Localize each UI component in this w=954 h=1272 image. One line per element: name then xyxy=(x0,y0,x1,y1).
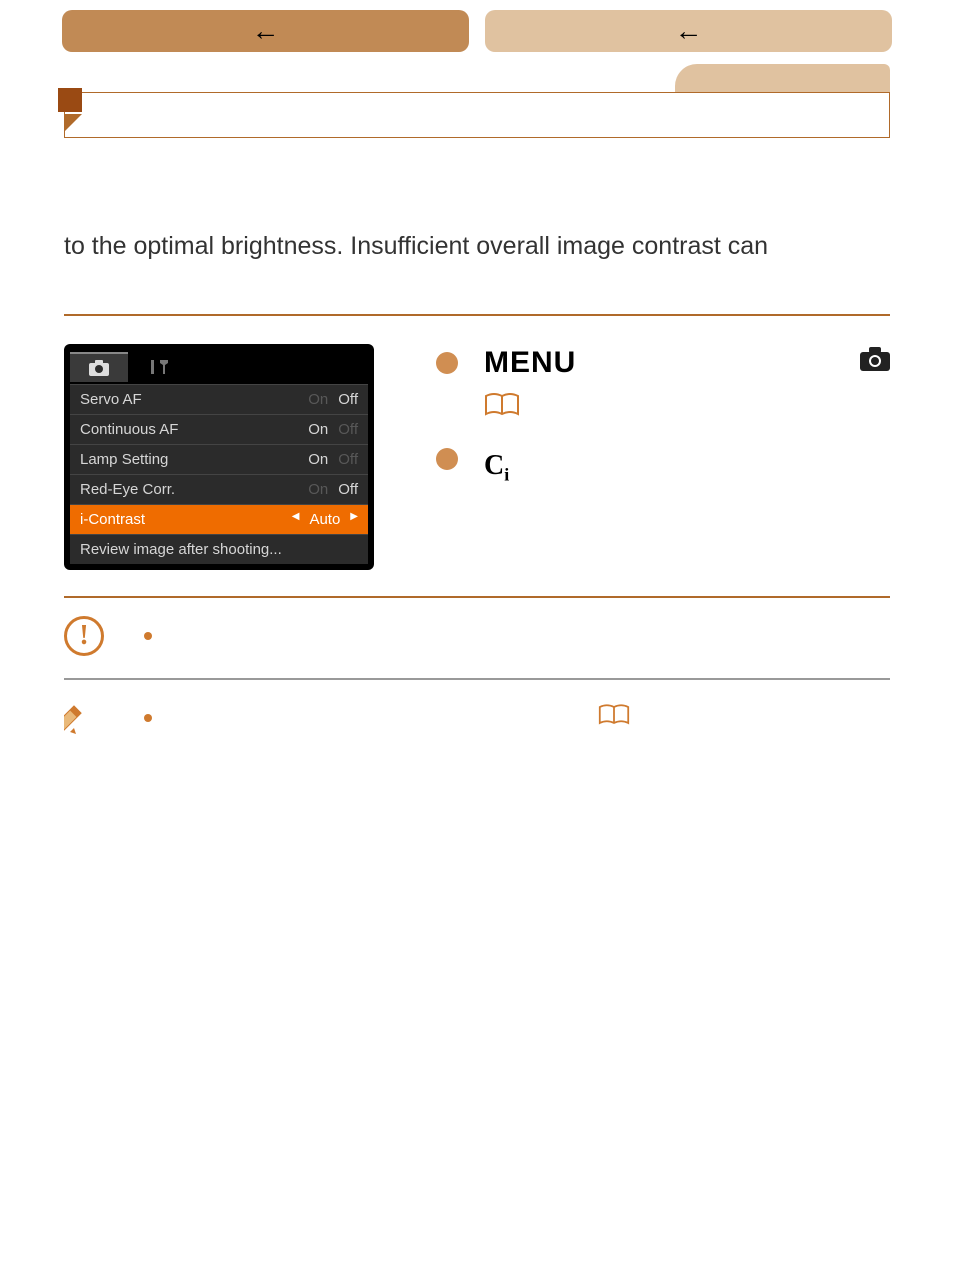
camera-icon xyxy=(860,347,890,378)
menu-row-label: i-Contrast xyxy=(80,511,145,528)
ci-sub: i xyxy=(504,464,509,484)
menu-label: MENU xyxy=(484,346,576,380)
bullet-icon xyxy=(436,448,458,470)
menu-row-opt-off: Off xyxy=(338,481,358,498)
title-notch-icon xyxy=(64,114,82,132)
menu-row-red-eye: Red-Eye Corr. On Off xyxy=(70,474,368,504)
menu-row-i-contrast: i-Contrast ◀ Auto ▶ xyxy=(70,504,368,534)
book-icon xyxy=(484,392,520,425)
menu-row-label: Review image after shooting... xyxy=(80,541,282,558)
nav-pill-right[interactable]: ← xyxy=(485,10,892,52)
arrow-left-icon: ← xyxy=(675,15,703,47)
tab-ear xyxy=(675,64,890,94)
step-sub-book xyxy=(484,392,890,426)
menu-row-servo-af: Servo AF On Off xyxy=(70,384,368,414)
camera-tab-setup xyxy=(130,352,188,382)
menu-row-opt-on: On xyxy=(308,481,328,498)
camera-icon xyxy=(89,360,109,376)
menu-row-lamp-setting: Lamp Setting On Off xyxy=(70,444,368,474)
bullet-icon xyxy=(436,352,458,374)
menu-row-continuous-af: Continuous AF On Off xyxy=(70,414,368,444)
warning-icon: ! xyxy=(64,616,104,656)
title-bar xyxy=(64,92,890,138)
section-header xyxy=(0,64,954,140)
menu-row-label: Continuous AF xyxy=(80,421,178,438)
menu-row-opt-off: Off xyxy=(338,451,358,468)
left-triangle-icon: ◀ xyxy=(292,511,300,528)
step-menu: MENU xyxy=(436,346,890,380)
body-paragraph: to the optimal brightness. Insufficient … xyxy=(64,230,890,264)
menu-row-opt-on: On xyxy=(308,391,328,408)
bullet-icon xyxy=(144,632,152,640)
camera-menu: Servo AF On Off Continuous AF On Off Lam… xyxy=(64,344,374,570)
menu-row-opt-on: On xyxy=(308,451,328,468)
bullet-icon xyxy=(144,714,152,722)
pencil-icon xyxy=(64,698,104,743)
menu-row-value: Auto xyxy=(309,511,340,528)
tools-icon xyxy=(148,358,170,376)
ci-mark: Ci xyxy=(484,450,890,486)
menu-row-label: Red-Eye Corr. xyxy=(80,481,175,498)
book-icon xyxy=(598,701,630,735)
note-warning: ! xyxy=(64,616,890,680)
menu-row-review: Review image after shooting... xyxy=(70,534,368,564)
title-square-icon xyxy=(58,88,82,112)
camera-tab-shoot xyxy=(70,352,128,382)
ci-main: C xyxy=(484,450,504,481)
menu-row-label: Lamp Setting xyxy=(80,451,168,468)
menu-row-opt-off: Off xyxy=(338,391,358,408)
arrow-left-icon: ← xyxy=(252,15,280,47)
right-triangle-icon: ▶ xyxy=(350,511,358,528)
note-tip xyxy=(64,698,890,765)
menu-row-opt-on: On xyxy=(308,421,328,438)
menu-row-opt-off: Off xyxy=(338,421,358,438)
nav-pill-left[interactable]: ← xyxy=(62,10,469,52)
menu-row-label: Servo AF xyxy=(80,391,142,408)
